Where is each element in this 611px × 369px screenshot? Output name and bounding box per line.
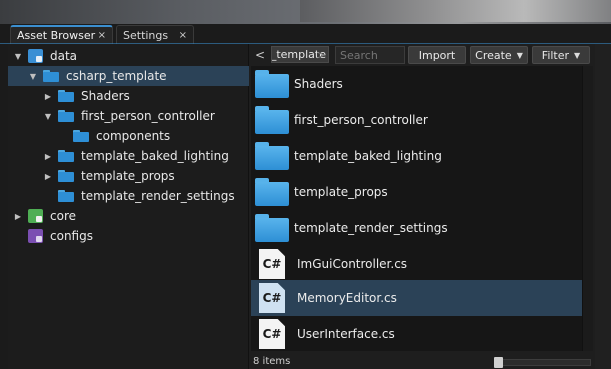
folder-icon	[73, 130, 89, 142]
folder-icon	[255, 178, 289, 206]
csharp-file-icon: C#	[259, 249, 285, 279]
panel-edge	[595, 44, 611, 369]
filter-button[interactable]: Filter ▼	[532, 46, 590, 64]
list-item-label: first_person_controller	[294, 113, 428, 127]
tree-item-first-person-controller[interactable]: ▼ first_person_controller	[8, 106, 249, 126]
list-item-template-props[interactable]: template_props	[251, 174, 582, 210]
list-item-template-render-settings[interactable]: template_render_settings	[251, 210, 582, 246]
create-button[interactable]: Create ▼	[470, 46, 528, 64]
collapse-arrow-icon[interactable]: ▶	[13, 211, 23, 221]
tab-bar: Asset Browser × Settings ×	[0, 22, 611, 44]
tree-item-components[interactable]: components	[8, 126, 249, 146]
file-list: Shaders first_person_controller template…	[251, 66, 582, 351]
folder-icon	[58, 170, 74, 182]
tree-item-template-render-settings[interactable]: template_render_settings	[8, 186, 249, 206]
list-item-label: template_render_settings	[294, 221, 448, 235]
tree-item-template-props[interactable]: ▶ template_props	[8, 166, 249, 186]
close-icon[interactable]: ×	[98, 30, 106, 41]
data-package-icon	[28, 49, 43, 63]
tree-item-shaders[interactable]: ▶ Shaders	[8, 86, 249, 106]
list-item-label: template_baked_lighting	[294, 149, 442, 163]
tab-settings[interactable]: Settings ×	[116, 25, 194, 44]
folder-icon	[43, 70, 59, 82]
forward-button[interactable]: >	[315, 47, 327, 63]
folder-icon	[58, 190, 74, 202]
status-bar: 8 items	[251, 354, 593, 369]
folder-tree: ▼ data ▼ csharp_template ▶ Shaders ▼ fir…	[8, 44, 249, 369]
tree-item-label: csharp_template	[66, 69, 167, 83]
collapse-arrow-icon[interactable]: ▶	[43, 151, 53, 161]
tree-item-label: configs	[50, 229, 93, 243]
folder-icon	[255, 214, 289, 242]
expand-arrow-icon[interactable]: ▼	[13, 51, 23, 61]
folder-icon	[255, 106, 289, 134]
tree-item-label: data	[50, 49, 78, 63]
import-button[interactable]: Import	[408, 46, 466, 64]
tree-item-data[interactable]: ▼ data	[8, 46, 249, 66]
tree-item-template-baked-lighting[interactable]: ▶ template_baked_lighting	[8, 146, 249, 166]
tab-label: Asset Browser	[17, 29, 96, 42]
viewport-geometry	[300, 0, 611, 22]
tab-asset-browser[interactable]: Asset Browser ×	[10, 25, 113, 44]
tree-item-label: first_person_controller	[81, 109, 215, 123]
browser-toolbar: < csharp_template > Import Create ▼ Filt…	[251, 44, 593, 66]
zoom-slider-handle[interactable]	[494, 357, 503, 368]
list-item-first-person-controller[interactable]: first_person_controller	[251, 102, 582, 138]
chevron-down-icon: ▼	[574, 50, 581, 60]
import-label: Import	[418, 48, 456, 62]
list-scrollbar[interactable]	[582, 66, 593, 351]
list-item-label: UserInterface.cs	[297, 327, 395, 341]
item-count: 8 items	[253, 356, 291, 367]
csharp-file-icon: C#	[259, 283, 285, 313]
folder-icon	[58, 150, 74, 162]
csharp-file-icon: C#	[259, 319, 285, 349]
filter-label: Filter	[541, 48, 570, 62]
folder-icon	[58, 90, 74, 102]
back-button[interactable]: <	[254, 47, 266, 63]
tree-item-label: core	[50, 209, 76, 223]
list-item-label: template_props	[294, 185, 388, 199]
viewport-background	[0, 0, 611, 24]
tree-item-csharp-template[interactable]: ▼ csharp_template	[8, 66, 249, 86]
list-item-label: Shaders	[294, 77, 343, 91]
tree-item-label: template_render_settings	[81, 189, 235, 203]
tree-item-label: components	[96, 129, 171, 143]
list-item-userinterface[interactable]: C# UserInterface.cs	[251, 316, 582, 352]
search-input[interactable]	[335, 46, 405, 64]
expand-arrow-icon[interactable]: ▼	[28, 71, 38, 81]
list-item-label: MemoryEditor.cs	[297, 291, 397, 305]
list-item-imguicontroller[interactable]: C# ImGuiController.cs	[251, 246, 582, 282]
tree-item-label: template_baked_lighting	[81, 149, 229, 163]
collapse-arrow-icon[interactable]: ▶	[43, 171, 53, 181]
tree-item-configs[interactable]: configs	[8, 226, 249, 246]
configs-package-icon	[28, 229, 43, 243]
collapse-arrow-icon[interactable]: ▶	[43, 91, 53, 101]
folder-icon	[255, 70, 289, 98]
core-package-icon	[28, 209, 43, 223]
tab-label: Settings	[123, 28, 169, 42]
list-item-shaders[interactable]: Shaders	[251, 66, 582, 102]
folder-icon	[58, 110, 74, 122]
list-item-label: ImGuiController.cs	[297, 257, 408, 271]
expand-arrow-icon[interactable]: ▼	[43, 111, 53, 121]
chevron-down-icon: ▼	[516, 50, 523, 60]
tree-item-label: template_props	[81, 169, 175, 183]
list-item-template-baked-lighting[interactable]: template_baked_lighting	[251, 138, 582, 174]
list-item-memoryeditor[interactable]: C# MemoryEditor.cs	[251, 280, 582, 316]
folder-icon	[255, 142, 289, 170]
tree-item-core[interactable]: ▶ core	[8, 206, 249, 226]
create-label: Create	[475, 48, 512, 62]
zoom-slider[interactable]	[495, 359, 591, 366]
close-icon[interactable]: ×	[179, 30, 187, 41]
tree-item-label: Shaders	[81, 89, 130, 103]
